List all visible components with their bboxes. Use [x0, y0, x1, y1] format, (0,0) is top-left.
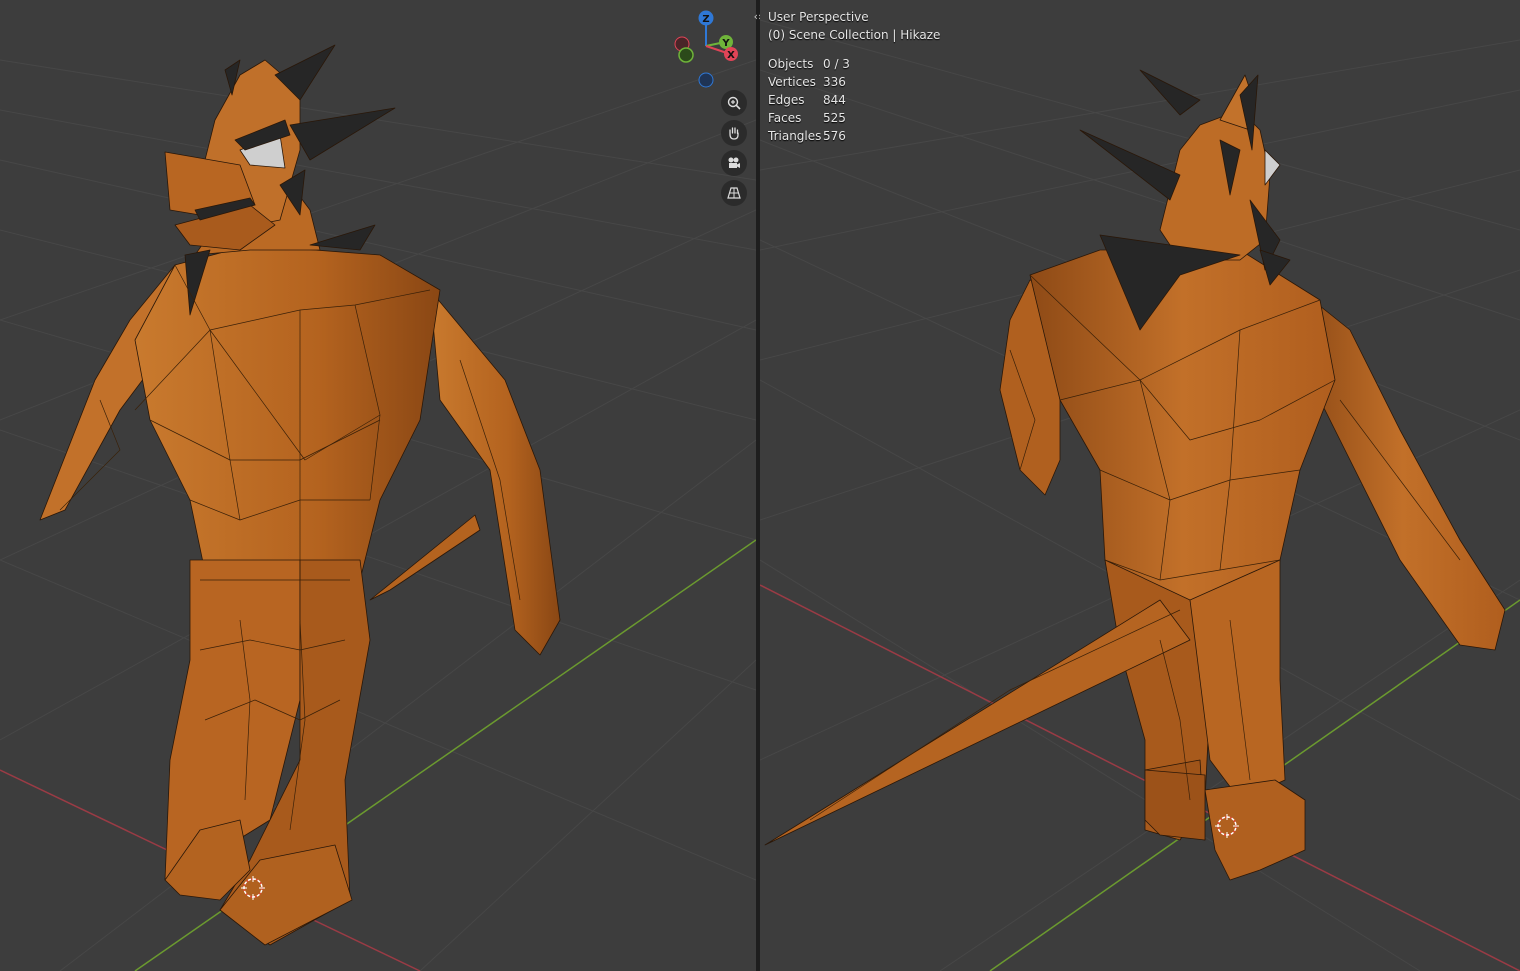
character-mesh-front	[39, 44, 561, 946]
perspective-label: User Perspective	[768, 10, 869, 24]
floor-grid	[0, 59, 756, 971]
character-mesh-back	[764, 69, 1506, 881]
x-axis-label: X	[727, 50, 735, 61]
stat-label: Edges	[768, 93, 805, 107]
stat-label: Objects	[768, 57, 814, 71]
perspective-grid-icon	[727, 187, 741, 199]
pan-button[interactable]	[721, 120, 747, 146]
zoom-icon	[727, 96, 741, 110]
perspective-toggle-button[interactable]	[721, 180, 747, 206]
stat-value: 525	[823, 111, 846, 125]
stat-label: Faces	[768, 111, 802, 125]
camera-view-button[interactable]	[721, 150, 747, 176]
z-axis-icon[interactable]: Z	[698, 10, 714, 26]
viewport-scene-left	[0, 44, 756, 971]
3d-viewport-right[interactable]: User Perspective (0) Scene Collection | …	[760, 0, 1520, 971]
viewport-text-overlay: User Perspective (0) Scene Collection | …	[768, 8, 940, 145]
stat-value: 576	[823, 129, 846, 143]
split-viewport-area: Z Y X ‹› User Perspective (0) Scene Coll…	[0, 0, 1520, 971]
x-axis-icon[interactable]: X	[724, 47, 738, 61]
collection-label: (0) Scene Collection | Hikaze	[768, 28, 941, 42]
viewport-scene-right	[760, 19, 1520, 971]
z-axis-label: Z	[702, 14, 709, 25]
scene-statistics: Objects 0 / 3 Vertices 336 Edges 844 Fac…	[768, 55, 940, 145]
viewport-navigation-tools	[721, 90, 747, 210]
stat-label: Vertices	[768, 75, 816, 89]
negative-z-axis-icon[interactable]	[698, 72, 714, 88]
stat-row-vertices: Vertices 336	[768, 73, 940, 91]
stat-row-faces: Faces 525	[768, 109, 940, 127]
pan-hand-icon	[729, 127, 739, 140]
camera-icon	[728, 157, 740, 168]
negative-y-axis-icon[interactable]	[678, 47, 694, 63]
stat-row-edges: Edges 844	[768, 91, 940, 109]
stat-value: 0 / 3	[823, 57, 850, 71]
stat-value: 844	[823, 93, 846, 107]
stat-label: Triangles	[768, 129, 822, 143]
zoom-button[interactable]	[721, 90, 747, 116]
navigation-gizmo[interactable]: Z Y X	[668, 8, 746, 90]
y-axis-icon[interactable]: Y	[719, 35, 733, 49]
stat-value: 336	[823, 75, 846, 89]
stat-row-triangles: Triangles 576	[768, 127, 940, 145]
stat-row-objects: Objects 0 / 3	[768, 55, 940, 73]
3d-viewport-left[interactable]: Z Y X	[0, 0, 756, 971]
